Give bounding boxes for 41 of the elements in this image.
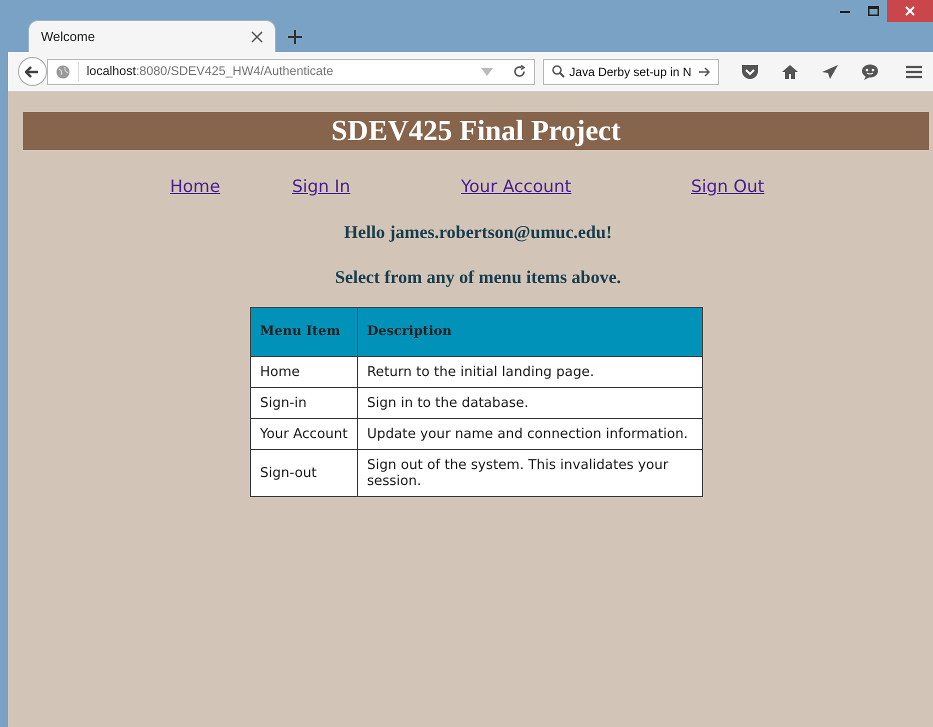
close-window-button[interactable] <box>887 0 933 22</box>
maximize-icon <box>868 6 878 16</box>
back-arrow-icon <box>25 66 40 78</box>
table-cell: Home <box>250 356 358 387</box>
url-host: localhost <box>86 64 136 78</box>
minimize-icon <box>840 10 850 12</box>
nav-link[interactable]: Sign Out <box>691 177 764 197</box>
menu-icon[interactable] <box>905 64 923 80</box>
close-icon[interactable] <box>251 30 263 42</box>
column-header: Description <box>358 307 702 356</box>
table-cell: Update your name and connection information. <box>358 418 702 449</box>
globe-icon <box>56 64 70 78</box>
search-text: Java Derby set-up in N <box>569 64 692 80</box>
chat-icon[interactable] <box>861 64 879 80</box>
nav-link[interactable]: Your Account <box>461 177 572 197</box>
back-button[interactable] <box>18 57 47 86</box>
table-cell: Return to the initial landing page. <box>358 356 702 387</box>
pocket-icon[interactable] <box>741 64 759 80</box>
reload-icon[interactable] <box>513 65 526 78</box>
nav-link[interactable]: Home <box>170 177 220 197</box>
search-icon <box>552 65 566 78</box>
table-cell: Sign-in <box>250 387 358 418</box>
paper-plane-icon[interactable] <box>821 64 839 80</box>
browser-tab[interactable]: Welcome <box>28 20 276 52</box>
column-header: Menu Item <box>250 307 358 356</box>
instruction-text: Select from any of menu items above. <box>334 266 622 289</box>
greeting-text: Hello james.robertson@umuc.edu! <box>343 220 613 244</box>
home-icon[interactable] <box>781 64 799 80</box>
nav-link[interactable]: Sign In <box>292 177 350 197</box>
tab-title: Welcome <box>41 28 96 46</box>
table-cell: Sign in to the database. <box>358 387 702 418</box>
table-cell: Your Account <box>250 418 358 449</box>
table-cell: Sign-out <box>250 449 358 496</box>
new-tab-icon[interactable] <box>288 30 302 44</box>
page-banner: SDEV425 Final Project <box>23 112 929 150</box>
table-cell: Sign out of the system. This invalidates your session. <box>358 449 702 496</box>
search-field[interactable]: Java Derby set-up in N <box>543 58 719 84</box>
address-field[interactable]: localhost:8080/SDEV425_HW4/Authenticate <box>46 58 536 84</box>
go-arrow-icon[interactable] <box>699 66 710 76</box>
url-path: :8080/SDEV425_HW4/Authenticate <box>136 64 334 78</box>
close-icon <box>905 6 915 16</box>
